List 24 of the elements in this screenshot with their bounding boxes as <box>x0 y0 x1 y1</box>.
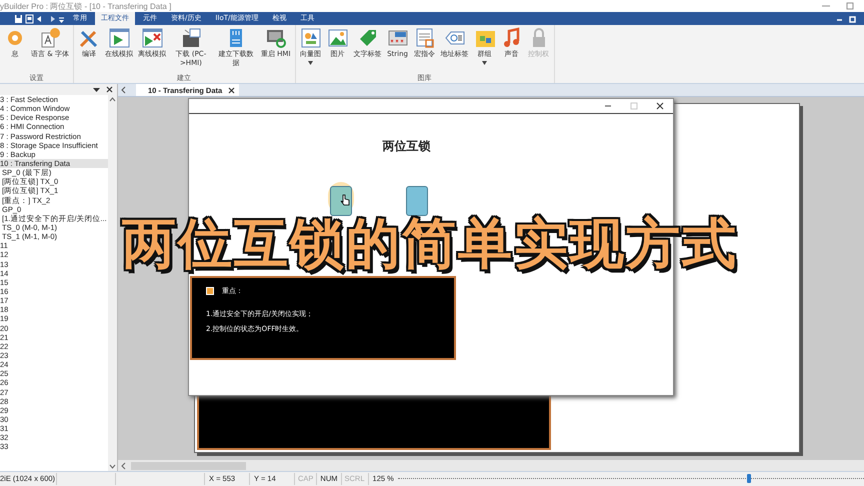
square-bullet-icon <box>206 287 214 295</box>
restore-icon[interactable] <box>848 14 858 24</box>
slider-thumb[interactable] <box>747 474 752 482</box>
save-icon[interactable] <box>14 14 23 24</box>
scroll-left-icon[interactable] <box>120 86 128 94</box>
scroll-thumb[interactable] <box>131 462 246 470</box>
close-icon[interactable] <box>228 86 236 94</box>
window-icon[interactable] <box>25 14 34 24</box>
scrollbar[interactable] <box>108 95 117 471</box>
toggle-switch[interactable] <box>406 186 428 216</box>
monitor-refresh-icon <box>264 27 287 49</box>
caret-icon <box>482 61 488 65</box>
scrollbar[interactable] <box>118 460 864 471</box>
toggle-switch[interactable] <box>330 186 352 216</box>
scroll-down-icon[interactable] <box>109 464 116 469</box>
caret-icon[interactable] <box>93 86 100 92</box>
close-icon[interactable] <box>655 101 665 111</box>
caret-icon <box>308 61 314 65</box>
screen-title: 两位互锁 <box>382 138 432 155</box>
window-title: yBuilder Pro : 两位互锁 - [10 - Transfering Data ] <box>0 0 172 12</box>
close-icon[interactable] <box>106 86 113 93</box>
pointer-icon <box>340 194 350 206</box>
scroll-left-icon[interactable] <box>121 462 127 470</box>
scroll-up-icon[interactable] <box>109 97 116 102</box>
